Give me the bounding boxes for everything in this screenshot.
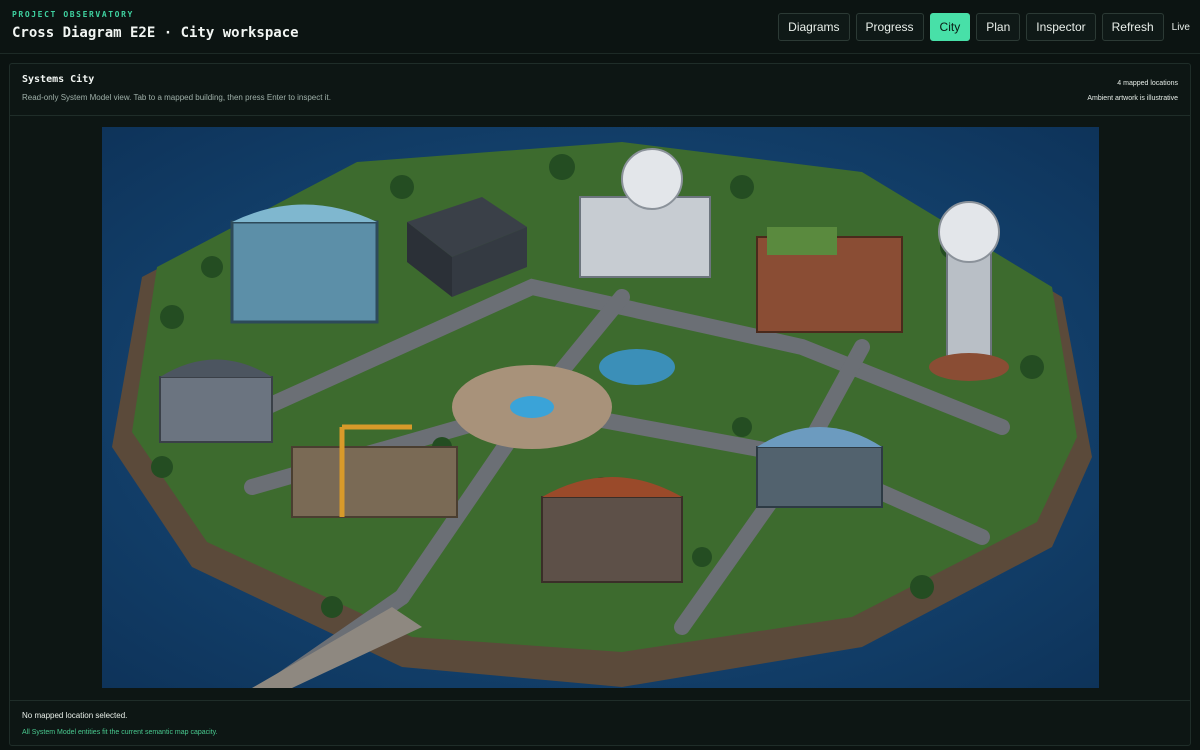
fountain <box>510 396 554 418</box>
selection-status: No mapped location selected. <box>22 711 128 720</box>
nav-progress-button[interactable]: Progress <box>855 13 924 41</box>
artwork-note: Ambient artwork is illustrative <box>1087 95 1178 102</box>
greenhouse-dome-building <box>756 427 883 508</box>
panel-header: Systems City Read-only System Model view… <box>10 64 1190 116</box>
mapped-locations-count: 4 mapped locations <box>1117 80 1178 87</box>
city-artwork <box>102 127 1099 688</box>
page-title: Cross Diagram E2E · City workspace <box>12 25 299 41</box>
hangar-building <box>159 359 273 443</box>
panel-meta: 4 mapped locations Ambient artwork is il… <box>1087 76 1178 106</box>
app-eyebrow: PROJECT OBSERVATORY <box>12 10 134 19</box>
city-map <box>102 127 1099 688</box>
nav-city-button[interactable]: City <box>929 13 971 41</box>
pond <box>599 349 675 385</box>
main-nav: Diagrams Progress City Plan Inspector Re… <box>778 13 1190 41</box>
nav-inspector-button[interactable]: Inspector <box>1026 13 1096 41</box>
library-building[interactable] <box>756 227 903 333</box>
workshop-building <box>541 477 683 583</box>
nav-plan-button[interactable]: Plan <box>976 13 1021 41</box>
greenhouse-building[interactable] <box>230 204 379 324</box>
capacity-note: All System Model entities fit the curren… <box>22 729 218 736</box>
live-indicator: Live <box>1171 21 1190 33</box>
nav-diagrams-button[interactable]: Diagrams <box>778 13 850 41</box>
panel-footer: No mapped location selected. All System … <box>10 700 1190 747</box>
refresh-button[interactable]: Refresh <box>1101 13 1164 41</box>
systems-city-panel: Systems City Read-only System Model view… <box>9 63 1191 746</box>
top-bar: PROJECT OBSERVATORY Cross Diagram E2E · … <box>0 0 1200 54</box>
panel-title: Systems City <box>22 74 95 85</box>
panel-instructions: Read-only System Model view. Tab to a ma… <box>22 93 331 102</box>
